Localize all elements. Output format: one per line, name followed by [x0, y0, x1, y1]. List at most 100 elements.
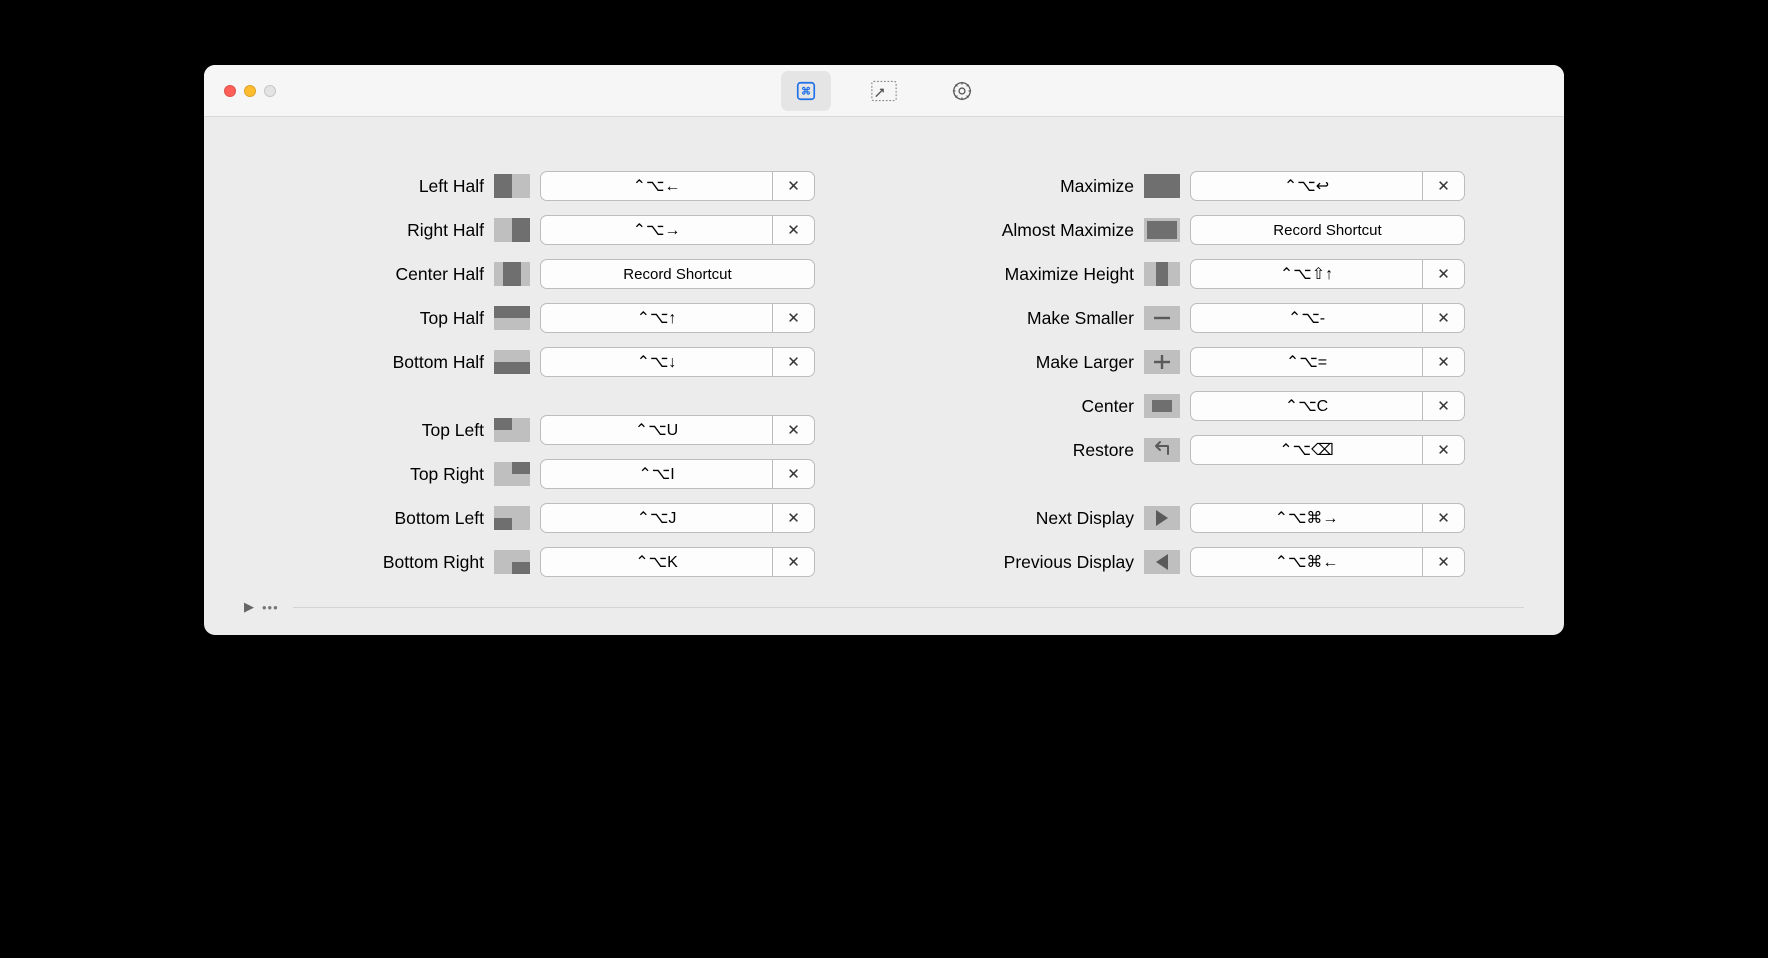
right-half-icon	[494, 218, 530, 242]
top-right-label: Top Right	[244, 464, 484, 485]
almost-maximize-shortcut-field[interactable]: Record Shortcut	[1190, 215, 1465, 245]
row-left-half: Left Half ⌃⌥←✕	[244, 167, 874, 205]
maximize-height-shortcut-control: ⌃⌥⇧↑✕	[1190, 259, 1465, 289]
row-restore: Restore ⌃⌥⌫✕	[894, 431, 1524, 469]
zoom-window-button[interactable]	[264, 85, 276, 97]
minimize-window-button[interactable]	[244, 85, 256, 97]
almost-maximize-label: Almost Maximize	[894, 220, 1134, 241]
titlebar: ⌘	[204, 65, 1564, 117]
left-half-shortcut-field[interactable]: ⌃⌥←	[540, 171, 773, 201]
maximize-clear-button[interactable]: ✕	[1423, 171, 1465, 201]
center-label: Center	[894, 396, 1134, 417]
next-display-clear-button[interactable]: ✕	[1423, 503, 1465, 533]
center-half-label: Center Half	[244, 264, 484, 285]
center-clear-button[interactable]: ✕	[1423, 391, 1465, 421]
make-larger-label: Make Larger	[894, 352, 1134, 373]
bottom-left-clear-button[interactable]: ✕	[773, 503, 815, 533]
row-bottom-right: Bottom Right⌃⌥K✕	[244, 543, 874, 581]
make-smaller-clear-button[interactable]: ✕	[1423, 303, 1465, 333]
row-almost-maximize: Almost Maximize Record Shortcut	[894, 211, 1524, 249]
center-shortcut-field[interactable]: ⌃⌥C	[1190, 391, 1423, 421]
bottom-half-clear-button[interactable]: ✕	[773, 347, 815, 377]
left-half-label: Left Half	[244, 176, 484, 197]
previous-display-icon	[1144, 550, 1180, 574]
previous-display-clear-button[interactable]: ✕	[1423, 547, 1465, 577]
ellipsis-icon: •••	[262, 600, 279, 615]
row-bottom-left: Bottom Left ⌃⌥J✕	[244, 499, 874, 537]
maximize-icon	[1144, 174, 1180, 198]
almost-maximize-icon	[1144, 218, 1180, 242]
next-display-icon	[1144, 506, 1180, 530]
preferences-window: ⌘	[204, 65, 1564, 635]
bottom-right-clear-button[interactable]: ✕	[773, 547, 815, 577]
make-smaller-label: Make Smaller	[894, 308, 1134, 329]
top-left-icon	[494, 418, 530, 442]
center-icon	[1144, 394, 1180, 418]
bottom-right-icon	[494, 550, 530, 574]
close-window-button[interactable]	[224, 85, 236, 97]
maximize-height-label: Maximize Height	[894, 264, 1134, 285]
top-right-clear-button[interactable]: ✕	[773, 459, 815, 489]
make-larger-clear-button[interactable]: ✕	[1423, 347, 1465, 377]
row-right-half: Right Half⌃⌥→✕	[244, 211, 874, 249]
row-center-half: Center Half Record Shortcut	[244, 255, 874, 293]
maximize-height-clear-button[interactable]: ✕	[1423, 259, 1465, 289]
maximize-label: Maximize	[894, 176, 1134, 197]
maximize-shortcut-control: ⌃⌥↩✕	[1190, 171, 1465, 201]
disclosure-triangle[interactable]: ▶	[244, 599, 254, 615]
restore-shortcut-field[interactable]: ⌃⌥⌫	[1190, 435, 1423, 465]
maximize-shortcut-field[interactable]: ⌃⌥↩	[1190, 171, 1423, 201]
group-spacer	[244, 387, 874, 405]
previous-display-label: Previous Display	[894, 552, 1134, 573]
center-half-shortcut-control: Record Shortcut	[540, 259, 815, 289]
bottom-left-shortcut-field[interactable]: ⌃⌥J	[540, 503, 773, 533]
top-half-shortcut-field[interactable]: ⌃⌥↑	[540, 303, 773, 333]
top-right-shortcut-control: ⌃⌥I✕	[540, 459, 815, 489]
row-top-left: Top Left ⌃⌥U✕	[244, 411, 874, 449]
top-half-icon	[494, 306, 530, 330]
maximize-height-icon	[1144, 262, 1180, 286]
center-half-shortcut-field[interactable]: Record Shortcut	[540, 259, 815, 289]
top-right-shortcut-field[interactable]: ⌃⌥I	[540, 459, 773, 489]
row-top-half: Top Half⌃⌥↑✕	[244, 299, 874, 337]
restore-clear-button[interactable]: ✕	[1423, 435, 1465, 465]
tab-snap-areas[interactable]	[859, 71, 909, 111]
left-half-icon	[494, 174, 530, 198]
bottom-half-shortcut-field[interactable]: ⌃⌥↓	[540, 347, 773, 377]
maximize-height-shortcut-field[interactable]: ⌃⌥⇧↑	[1190, 259, 1423, 289]
make-smaller-shortcut-control: ⌃⌥-✕	[1190, 303, 1465, 333]
snap-area-icon	[871, 80, 897, 102]
gear-icon	[951, 80, 973, 102]
bottom-half-label: Bottom Half	[244, 352, 484, 373]
top-left-clear-button[interactable]: ✕	[773, 415, 815, 445]
top-left-label: Top Left	[244, 420, 484, 441]
bottom-left-label: Bottom Left	[244, 508, 484, 529]
toolbar: ⌘	[781, 71, 987, 111]
content-area: Left Half⌃⌥←✕Right Half⌃⌥→✕Center HalfRe…	[204, 117, 1564, 599]
make-larger-shortcut-field[interactable]: ⌃⌥=	[1190, 347, 1423, 377]
divider	[293, 607, 1524, 608]
row-center: Center ⌃⌥C✕	[894, 387, 1524, 425]
bottom-left-shortcut-control: ⌃⌥J✕	[540, 503, 815, 533]
bottom-half-icon	[494, 350, 530, 374]
left-column: Left Half⌃⌥←✕Right Half⌃⌥→✕Center HalfRe…	[244, 167, 874, 581]
tab-shortcuts[interactable]: ⌘	[781, 71, 831, 111]
top-half-clear-button[interactable]: ✕	[773, 303, 815, 333]
top-left-shortcut-field[interactable]: ⌃⌥U	[540, 415, 773, 445]
row-maximize: Maximize ⌃⌥↩✕	[894, 167, 1524, 205]
make-smaller-shortcut-field[interactable]: ⌃⌥-	[1190, 303, 1423, 333]
make-larger-icon	[1144, 350, 1180, 374]
previous-display-shortcut-field[interactable]: ⌃⌥⌘←	[1190, 547, 1423, 577]
row-make-larger: Make Larger ⌃⌥=✕	[894, 343, 1524, 381]
next-display-shortcut-field[interactable]: ⌃⌥⌘→	[1190, 503, 1423, 533]
bottom-right-shortcut-control: ⌃⌥K✕	[540, 547, 815, 577]
bottom-left-icon	[494, 506, 530, 530]
center-half-icon	[494, 262, 530, 286]
right-half-clear-button[interactable]: ✕	[773, 215, 815, 245]
tab-settings[interactable]	[937, 71, 987, 111]
right-half-shortcut-field[interactable]: ⌃⌥→	[540, 215, 773, 245]
right-column: Maximize⌃⌥↩✕Almost MaximizeRecord Shortc…	[894, 167, 1524, 581]
restore-label: Restore	[894, 440, 1134, 461]
left-half-clear-button[interactable]: ✕	[773, 171, 815, 201]
bottom-right-shortcut-field[interactable]: ⌃⌥K	[540, 547, 773, 577]
